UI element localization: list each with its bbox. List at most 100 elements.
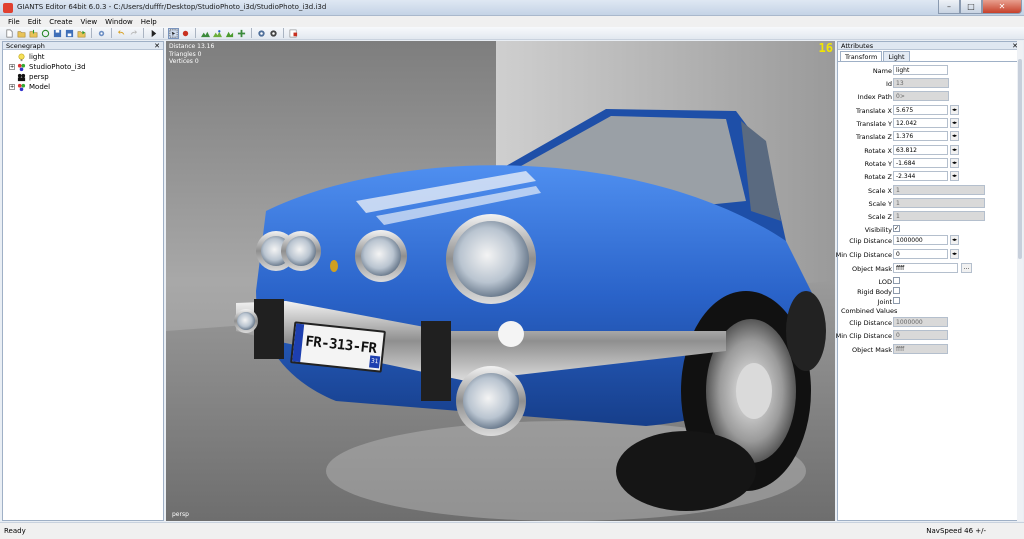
id-field: 13 <box>893 78 949 88</box>
viewport-stats: Distance 13.16 Triangles 0 Vertices 0 <box>169 43 214 66</box>
attr-label: Object Mask <box>852 265 892 273</box>
select-tool-icon[interactable] <box>168 27 179 39</box>
menu-view[interactable]: View <box>77 16 102 27</box>
rotate-x-field[interactable]: 63.812 <box>893 145 948 155</box>
translate-x-spinner[interactable]: ◂▸ <box>950 105 959 115</box>
translate-z-field[interactable]: 1.376 <box>893 131 948 141</box>
toolbar-separator <box>143 28 144 38</box>
rotate-y-spinner[interactable]: ◂▸ <box>950 158 959 168</box>
object-tool-icon[interactable] <box>236 28 247 39</box>
maximize-button[interactable]: □ <box>960 0 982 14</box>
scenegraph-header: Scenegraph ✕ <box>3 42 163 50</box>
scenegraph-close-icon[interactable]: ✕ <box>154 42 160 50</box>
attr-label: Min Clip Distance <box>835 332 892 340</box>
foliage-icon[interactable] <box>224 28 235 39</box>
attributes-scrollbar[interactable] <box>1017 41 1023 521</box>
transform-group-icon <box>17 63 26 72</box>
attr-label: Rotate X <box>864 147 892 155</box>
menu-create[interactable]: Create <box>45 16 76 27</box>
tree-item-persp[interactable]: persp <box>9 72 163 82</box>
lod-checkbox[interactable] <box>893 277 900 284</box>
open-folder-icon[interactable] <box>16 28 27 39</box>
tree-item-light[interactable]: light <box>9 52 163 62</box>
combined-clip-distance-field: 1000000 <box>893 317 948 327</box>
status-text: Ready <box>4 527 26 535</box>
tree-item-label: persp <box>29 73 49 81</box>
gear-icon[interactable] <box>256 28 267 39</box>
expand-icon[interactable]: + <box>9 64 15 70</box>
minimize-button[interactable]: – <box>938 0 960 14</box>
gear-settings-icon[interactable] <box>268 28 279 39</box>
window-controls: – □ ✕ <box>938 0 1022 15</box>
rotate-z-field[interactable]: -2.344 <box>893 171 948 181</box>
close-button[interactable]: ✕ <box>982 0 1022 14</box>
rotate-x-spinner[interactable]: ◂▸ <box>950 145 959 155</box>
toolbar-separator <box>251 28 252 38</box>
rotate-z-spinner[interactable]: ◂▸ <box>950 171 959 181</box>
translate-x-field[interactable]: 5.675 <box>893 105 948 115</box>
tab-light[interactable]: Light <box>883 51 910 61</box>
object-mask-browse-button[interactable]: ... <box>961 263 972 273</box>
attr-label: Scale X <box>867 187 892 195</box>
terrain-icon[interactable] <box>200 28 211 39</box>
window-title: GIANTS Editor 64bit 6.0.3 - C:/Users/duf… <box>17 3 327 11</box>
attr-label: Translate X <box>855 107 892 115</box>
undo-icon[interactable] <box>116 28 127 39</box>
script-icon[interactable] <box>288 28 299 39</box>
attr-label: Min Clip Distance <box>835 251 892 259</box>
translate-y-spinner[interactable]: ◂▸ <box>950 118 959 128</box>
menu-help[interactable]: Help <box>137 16 161 27</box>
scale-z-field: 1 <box>893 211 985 221</box>
reload-icon[interactable] <box>40 28 51 39</box>
camera-icon <box>17 73 26 82</box>
save-icon[interactable] <box>52 28 63 39</box>
scale-x-field: 1 <box>893 185 985 195</box>
terrain-paint-icon[interactable] <box>212 28 223 39</box>
menu-file[interactable]: File <box>4 16 24 27</box>
translate-z-spinner[interactable]: ◂▸ <box>950 131 959 141</box>
menu-window[interactable]: Window <box>101 16 137 27</box>
play-icon[interactable] <box>148 28 159 39</box>
visibility-checkbox[interactable]: ✓ <box>893 225 900 232</box>
settings-icon[interactable] <box>96 28 107 39</box>
attributes-panel: Attributes ✕ Transform Light Name light … <box>835 41 1023 521</box>
attr-row-name: Name light <box>838 65 1023 76</box>
min-clip-distance-spinner[interactable]: ◂▸ <box>950 249 959 259</box>
object-mask-field[interactable]: ffff <box>893 263 958 273</box>
record-icon[interactable] <box>180 28 191 39</box>
clip-distance-field[interactable]: 1000000 <box>893 235 948 245</box>
rigid-body-checkbox[interactable] <box>893 287 900 294</box>
import-icon[interactable] <box>28 28 39 39</box>
attr-row-joint: Joint <box>838 296 1023 307</box>
attr-row-visibility: Visibility ✓ <box>838 224 1023 235</box>
tree-item-model[interactable]: + Model <box>9 82 163 92</box>
rotate-y-field[interactable]: -1.684 <box>893 158 948 168</box>
menu-edit[interactable]: Edit <box>24 16 46 27</box>
plate-number: FR-313-FR <box>304 333 378 357</box>
tree-item-label: StudioPhoto_i3d <box>29 63 86 71</box>
attr-row-translate-y: Translate Y 12.042 ◂▸ <box>838 118 1023 129</box>
min-clip-distance-field[interactable]: 0 <box>893 249 948 259</box>
attr-label: Clip Distance <box>849 319 892 327</box>
save-as-icon[interactable] <box>64 28 75 39</box>
attr-label: Visibility <box>864 226 892 234</box>
attr-row-rotate-x: Rotate X 63.812 ◂▸ <box>838 145 1023 156</box>
title-bar: GIANTS Editor 64bit 6.0.3 - C:/Users/duf… <box>0 0 1024 16</box>
scrollbar-thumb[interactable] <box>1018 59 1022 259</box>
export-icon[interactable] <box>76 28 87 39</box>
translate-y-field[interactable]: 12.042 <box>893 118 948 128</box>
attribute-tabs: Transform Light <box>838 51 911 61</box>
joint-checkbox[interactable] <box>893 297 900 304</box>
tab-transform[interactable]: Transform <box>840 51 883 61</box>
clip-distance-spinner[interactable]: ◂▸ <box>950 235 959 245</box>
expand-icon[interactable]: + <box>9 84 15 90</box>
attr-row-rotate-z: Rotate Z -2.344 ◂▸ <box>838 171 1023 182</box>
tree-item-studiophoto[interactable]: + StudioPhoto_i3d <box>9 62 163 72</box>
attr-row-object-mask: Object Mask ffff ... <box>838 263 1023 274</box>
name-field[interactable]: light <box>893 65 948 75</box>
attr-row-clip-distance: Clip Distance 1000000 ◂▸ <box>838 235 1023 246</box>
redo-icon[interactable] <box>128 28 139 39</box>
3d-viewport[interactable]: FR-313-FR 31 Distance 13.16 Triangles 0 … <box>166 41 835 521</box>
new-file-icon[interactable] <box>4 28 15 39</box>
attr-row-combined-clip-distance: Clip Distance 1000000 <box>838 317 1023 328</box>
